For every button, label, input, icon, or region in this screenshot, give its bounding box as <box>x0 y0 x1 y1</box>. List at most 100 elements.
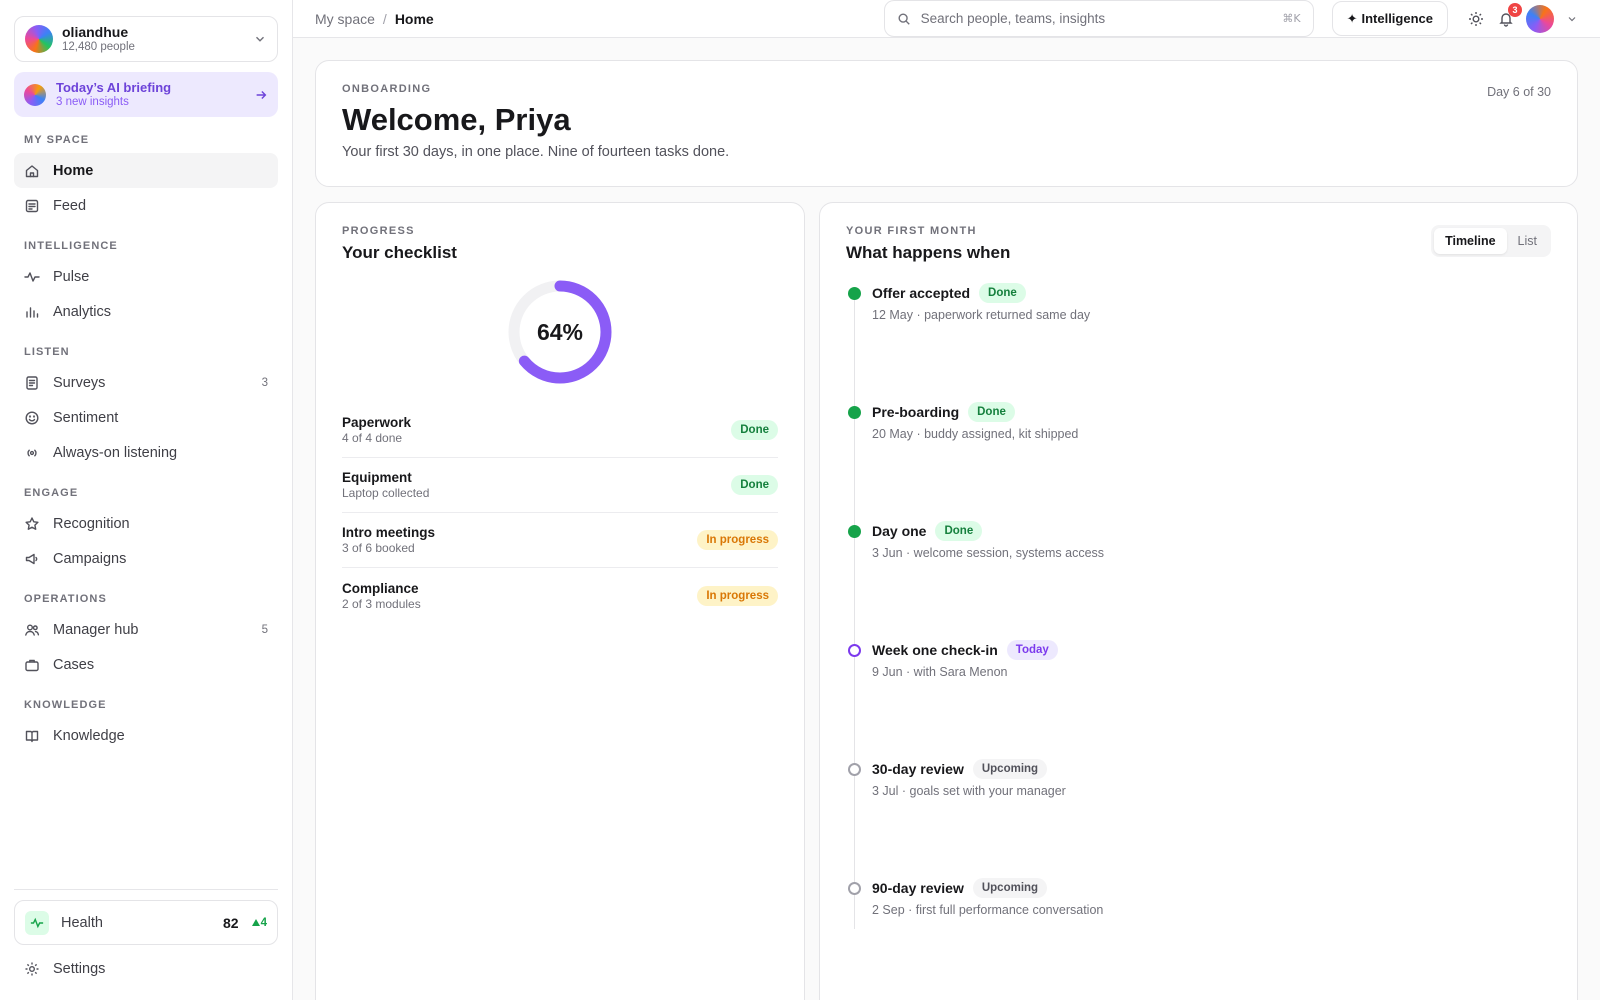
task-name: Equipment <box>342 470 412 485</box>
timeline-item-90-day-review[interactable]: 90-day review Upcoming 2 Sep · first full … <box>846 878 1551 997</box>
nav-section-engage: ENGAGE <box>24 487 79 499</box>
sidebar-item-label: Manager hub <box>53 621 139 638</box>
health-delta-value: 4 <box>260 916 267 929</box>
status-badge: In progress <box>697 585 778 606</box>
breadcrumb: My space / Home <box>315 11 884 27</box>
sidebar: oliandhue 12,480 people Today’s AI brief… <box>0 0 293 1000</box>
triangle-up-icon <box>251 918 260 926</box>
checklist-task-equipment[interactable]: Equipment Laptop collected Done <box>342 458 778 513</box>
timeline-card: YOUR FIRST MONTH What happens when Timel… <box>819 202 1578 1000</box>
intelligence-button[interactable]: ✦ Intelligence <box>1331 1 1448 36</box>
sparkle-icon: ✦ <box>1346 10 1358 26</box>
toggle-timeline[interactable]: Timeline <box>1434 228 1507 254</box>
timeline-item-day-one[interactable]: Day one Done 3 Jun · welcome session, syst… <box>846 521 1551 640</box>
breadcrumb-parent[interactable]: My space <box>315 11 375 27</box>
welcome-eyebrow: ONBOARDING <box>342 83 432 95</box>
health-label: Health <box>61 914 103 931</box>
heartbeat-icon <box>30 917 44 928</box>
sidebar-item-home[interactable]: Home <box>14 153 278 188</box>
gear-icon <box>25 962 39 975</box>
status-badge: Done <box>935 521 983 541</box>
briefcase-icon <box>25 659 39 671</box>
page-title: Welcome, Priya <box>342 102 571 137</box>
ai-briefing-card[interactable]: Today’s AI briefing 3 new insights <box>14 72 278 117</box>
status-badge: Done <box>731 420 778 440</box>
search-icon <box>898 12 910 25</box>
sidebar-item-pulse[interactable]: Pulse <box>14 259 278 294</box>
timeline-item-title: 30-day review <box>872 761 964 777</box>
timeline-item-title: Day one <box>872 523 927 539</box>
org-switcher[interactable]: oliandhue 12,480 people <box>14 16 278 62</box>
org-name: oliandhue <box>62 24 129 40</box>
sidebar-item-campaigns[interactable]: Campaigns <box>14 541 278 576</box>
sidebar-item-sentiment[interactable]: Sentiment <box>14 400 278 435</box>
bar-chart-icon <box>26 306 39 318</box>
org-people-count: 12,480 people <box>62 41 135 53</box>
survey-icon <box>26 375 38 390</box>
status-badge: Done <box>979 283 1026 303</box>
chevron-down-icon[interactable] <box>1566 13 1578 25</box>
timeline-item-title: Pre-boarding <box>872 404 960 420</box>
timeline-dot <box>848 763 861 776</box>
nav-section-my-space: MY SPACE <box>24 134 90 146</box>
sidebar-item-feed[interactable]: Feed <box>14 188 278 223</box>
checklist-task-paperwork[interactable]: Paperwork 4 of 4 done Done <box>342 403 778 458</box>
sidebar-item-recognition[interactable]: Recognition <box>14 506 278 541</box>
sidebar-item-knowledge[interactable]: Knowledge <box>14 718 278 753</box>
nav-section-intelligence: INTELLIGENCE <box>24 240 118 252</box>
checklist-task-intro-meetings[interactable]: Intro meetings 3 of 6 booked In progress <box>342 513 778 568</box>
timeline-dot <box>848 525 861 538</box>
health-widget[interactable]: Health 82 4 <box>14 900 278 945</box>
task-name: Intro meetings <box>342 525 436 540</box>
feed-icon <box>25 199 39 212</box>
task-detail: 2 of 3 modules <box>342 596 421 611</box>
arrow-right-icon <box>256 90 267 99</box>
task-detail: Laptop collected <box>342 486 430 500</box>
status-badge: Done <box>968 402 1015 422</box>
task-detail: 4 of 4 done <box>342 431 403 445</box>
user-avatar[interactable] <box>1526 4 1554 33</box>
chevron-down-icon <box>256 36 264 42</box>
day-counter: Day 6 of 30 <box>1487 85 1551 99</box>
sidebar-item-label: Always-on listening <box>53 444 178 461</box>
sidebar-item-always-on-listening[interactable]: Always-on listening <box>14 435 278 470</box>
timeline-dot <box>848 287 861 300</box>
sidebar-item-label: Pulse <box>53 268 90 285</box>
toggle-list[interactable]: List <box>1507 228 1548 254</box>
timeline-item-detail: 9 Jun · with Sara Menon <box>872 665 1008 679</box>
timeline-dot <box>848 406 861 419</box>
timeline-item-detail: 12 May · paperwork returned same day <box>872 308 1091 322</box>
search-input[interactable] <box>920 11 1283 26</box>
timeline-item-week-one-check-in[interactable]: Week one check-in Today 9 Jun · with Sara … <box>846 640 1551 759</box>
breadcrumb-separator: / <box>382 10 387 27</box>
status-badge: Done <box>731 475 778 495</box>
status-badge: In progress <box>697 530 778 550</box>
sun-icon[interactable] <box>1468 11 1484 27</box>
sidebar-item-label: Campaigns <box>53 550 127 567</box>
checklist-eyebrow: PROGRESS <box>342 225 415 237</box>
sidebar-item-count: 5 <box>261 623 268 636</box>
timeline-item-pre-boarding[interactable]: Pre-boarding Done 20 May · buddy assigned,… <box>846 402 1551 521</box>
notification-badge: 3 <box>1508 2 1522 17</box>
search-box[interactable]: ⌘K <box>883 0 1314 37</box>
intelligence-label: Intelligence <box>1361 11 1433 26</box>
divider <box>14 889 278 890</box>
timeline-item-30-day-review[interactable]: 30-day review Upcoming 3 Jul · goals set w… <box>846 759 1551 878</box>
welcome-subtitle: Your first 30 days, in one place. Nine o… <box>342 144 730 160</box>
timeline-item-title: 90-day review <box>872 880 964 896</box>
users-icon <box>25 624 40 636</box>
timeline-item-detail: 20 May · buddy assigned, kit shipped <box>872 427 1079 441</box>
org-avatar <box>25 25 53 53</box>
ai-briefing-subtitle: 3 new insights <box>56 96 129 108</box>
sidebar-item-label: Surveys <box>53 374 106 391</box>
sidebar-item-manager-hub[interactable]: Manager hub 5 <box>14 612 278 647</box>
sidebar-item-analytics[interactable]: Analytics <box>14 294 278 329</box>
notifications-button[interactable]: 3 <box>1498 2 1522 27</box>
sidebar-item-cases[interactable]: Cases <box>14 647 278 682</box>
checklist-task-compliance[interactable]: Compliance 2 of 3 modules In progress <box>342 568 778 623</box>
sidebar-item-surveys[interactable]: Surveys 3 <box>14 365 278 400</box>
timeline-item-offer-accepted[interactable]: Offer accepted Done 12 May · paperwork ret… <box>846 283 1551 402</box>
megaphone-icon <box>25 553 38 564</box>
sidebar-item-settings[interactable]: Settings <box>14 951 278 986</box>
sidebar-item-count: 3 <box>261 376 268 389</box>
